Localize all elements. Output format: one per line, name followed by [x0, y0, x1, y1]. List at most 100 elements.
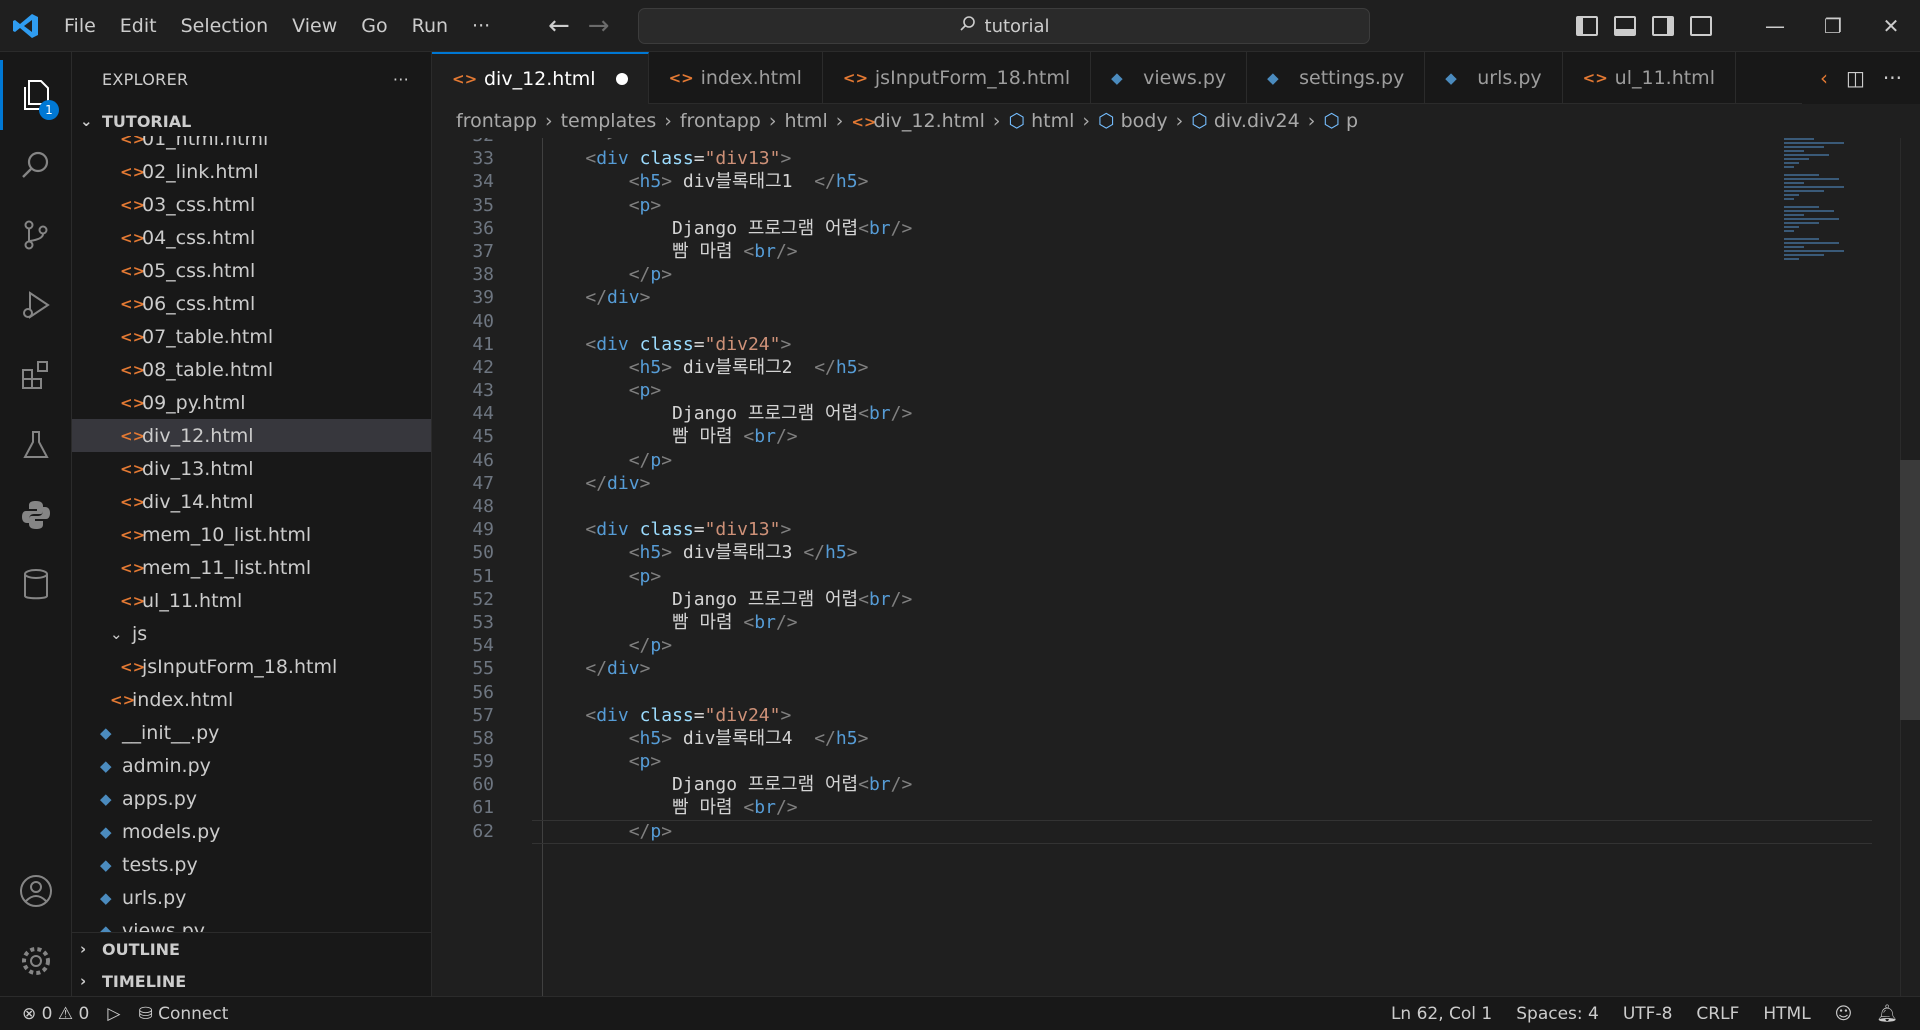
tree-file[interactable]: <> jsInputForm_18.html: [72, 650, 431, 683]
source-control-icon[interactable]: [0, 200, 72, 270]
search-icon[interactable]: [0, 130, 72, 200]
tree-file[interactable]: ◆ __init__.py: [72, 716, 431, 749]
tab-ul-11-html[interactable]: <> ul_11.html: [1563, 52, 1736, 104]
testing-icon[interactable]: [0, 410, 72, 480]
breadcrumb-item[interactable]: frontapp: [456, 110, 537, 132]
tree-file[interactable]: <> 09_py.html: [72, 386, 431, 419]
vertical-scrollbar[interactable]: [1900, 138, 1920, 996]
run-debug-status-icon[interactable]: ▷: [107, 1004, 120, 1024]
connect-status[interactable]: ⛁ Connect: [138, 1004, 228, 1024]
code-editor[interactable]: 32 -->33 <div class="div13">34 <h5> div블…: [432, 138, 1872, 996]
code-token: p: [639, 565, 651, 587]
restore-button[interactable]: ❐: [1804, 14, 1862, 38]
breadcrumb-item[interactable]: ⬡ body: [1098, 110, 1168, 132]
tree-file[interactable]: ◆ admin.py: [72, 749, 431, 782]
tree-file[interactable]: <> ul_11.html: [72, 584, 431, 617]
feedback-icon[interactable]: ☺: [1835, 1004, 1853, 1024]
window-controls: — ❐ ✕: [1576, 0, 1920, 52]
notifications-bell-icon[interactable]: 🔔︎: [1876, 1004, 1898, 1024]
explorer-icon[interactable]: 1: [0, 60, 72, 130]
language-mode[interactable]: HTML: [1763, 1004, 1810, 1024]
tab-div-12-html[interactable]: <> div_12.html: [432, 52, 649, 104]
tree-file[interactable]: <> 02_link.html: [72, 155, 431, 188]
explorer-more-actions-button[interactable]: ···: [393, 70, 409, 89]
menu-edit[interactable]: Edit: [108, 0, 169, 52]
breadcrumb-item[interactable]: html: [784, 110, 827, 132]
menu-go[interactable]: Go: [349, 0, 399, 52]
minimap[interactable]: [1784, 138, 1864, 298]
scrollbar-thumb[interactable]: [1900, 460, 1920, 720]
account-icon[interactable]: [0, 856, 72, 926]
problems-status[interactable]: ⊗ 0 ⚠ 0: [22, 1004, 89, 1024]
toggle-primary-sidebar-icon[interactable]: [1576, 16, 1598, 36]
command-center-search[interactable]: tutorial: [638, 8, 1370, 44]
line-number: 44: [472, 403, 494, 425]
code-token: >: [857, 727, 869, 749]
tree-file[interactable]: <> div_12.html: [72, 419, 431, 452]
toggle-secondary-sidebar-icon[interactable]: [1652, 16, 1674, 36]
outline-section-header[interactable]: › OUTLINE: [72, 933, 431, 965]
tree-file[interactable]: ◆ models.py: [72, 815, 431, 848]
toggle-panel-icon[interactable]: [1614, 16, 1636, 36]
tree-file[interactable]: <> 07_table.html: [72, 320, 431, 353]
tab-jsinputform-18-html[interactable]: <> jsInputForm_18.html: [823, 52, 1092, 104]
workspace-section-header[interactable]: ⌄ TUTORIAL: [72, 106, 431, 136]
breadcrumb-item[interactable]: ⬡ html: [1009, 110, 1075, 132]
eol-setting[interactable]: CRLF: [1696, 1004, 1739, 1024]
settings-gear-icon[interactable]: [0, 926, 72, 996]
breadcrumb-label: frontapp: [679, 110, 761, 132]
unsaved-dot-icon[interactable]: [615, 73, 628, 85]
tree-file[interactable]: <> 05_css.html: [72, 254, 431, 287]
timeline-section-header[interactable]: › TIMELINE: [72, 965, 431, 996]
cursor-position[interactable]: Ln 62, Col 1: [1391, 1004, 1492, 1024]
tab-index-html[interactable]: <> index.html: [649, 52, 823, 104]
breadcrumb-item[interactable]: ⬡ p: [1323, 110, 1358, 132]
tree-file[interactable]: <> 08_table.html: [72, 353, 431, 386]
breadcrumb-item[interactable]: ⬡ div.div24: [1191, 110, 1300, 132]
menu-more[interactable]: ···: [460, 0, 502, 52]
menu-run[interactable]: Run: [400, 0, 460, 52]
tab-urls-py[interactable]: ◆ urls.py: [1425, 52, 1563, 104]
code-text: 빰 마렴 <br/>: [542, 425, 798, 448]
close-button[interactable]: ✕: [1862, 14, 1920, 38]
database-icon[interactable]: [0, 550, 72, 620]
encoding-setting[interactable]: UTF-8: [1623, 1004, 1673, 1024]
run-debug-icon[interactable]: [0, 270, 72, 340]
tab-label: jsInputForm_18.html: [874, 67, 1071, 89]
customize-layout-icon[interactable]: [1690, 16, 1712, 36]
tree-file[interactable]: ◆ tests.py: [72, 848, 431, 881]
tree-file[interactable]: <> 06_css.html: [72, 287, 431, 320]
menu-file[interactable]: File: [52, 0, 108, 52]
tree-file[interactable]: ◆ apps.py: [72, 782, 431, 815]
file-tree: <> 01_html.html <> 02_link.html <> 03_css.htm…: [72, 136, 431, 982]
menu-selection[interactable]: Selection: [169, 0, 281, 52]
indentation-setting[interactable]: Spaces: 4: [1516, 1004, 1599, 1024]
tree-file[interactable]: <> 03_css.html: [72, 188, 431, 221]
tree-file[interactable]: <> mem_10_list.html: [72, 518, 431, 551]
tree-file[interactable]: <> mem_11_list.html: [72, 551, 431, 584]
back-arrow-icon[interactable]: ←: [548, 11, 570, 41]
tree-file[interactable]: <> 04_css.html: [72, 221, 431, 254]
tree-folder[interactable]: ⌄ js: [72, 617, 431, 650]
tree-file[interactable]: <> div_14.html: [72, 485, 431, 518]
forward-arrow-icon[interactable]: →: [588, 11, 610, 41]
code-token: p: [650, 264, 662, 286]
tree-file[interactable]: <> div_13.html: [72, 452, 431, 485]
breadcrumb-item[interactable]: frontapp: [680, 110, 761, 132]
tree-file[interactable]: ◆ urls.py: [72, 881, 431, 914]
extensions-icon[interactable]: [0, 340, 72, 410]
breadcrumb-item[interactable]: <>div_12.html: [851, 110, 985, 132]
minimize-button[interactable]: —: [1746, 14, 1804, 38]
breadcrumb-item[interactable]: templates: [561, 110, 657, 132]
tree-file[interactable]: <> 01_html.html: [72, 136, 431, 155]
scroll-tabs-left-icon[interactable]: ‹: [1820, 66, 1828, 90]
code-token: br: [754, 240, 776, 262]
tree-file[interactable]: <> index.html: [72, 683, 431, 716]
tab-views-py[interactable]: ◆ views.py: [1091, 52, 1248, 104]
python-icon[interactable]: [0, 480, 72, 550]
menu-view[interactable]: View: [280, 0, 349, 52]
split-editor-icon[interactable]: ◫: [1846, 66, 1865, 90]
tab-settings-py[interactable]: ◆ settings.py: [1247, 52, 1426, 104]
editor-more-actions-icon[interactable]: ···: [1883, 66, 1902, 90]
